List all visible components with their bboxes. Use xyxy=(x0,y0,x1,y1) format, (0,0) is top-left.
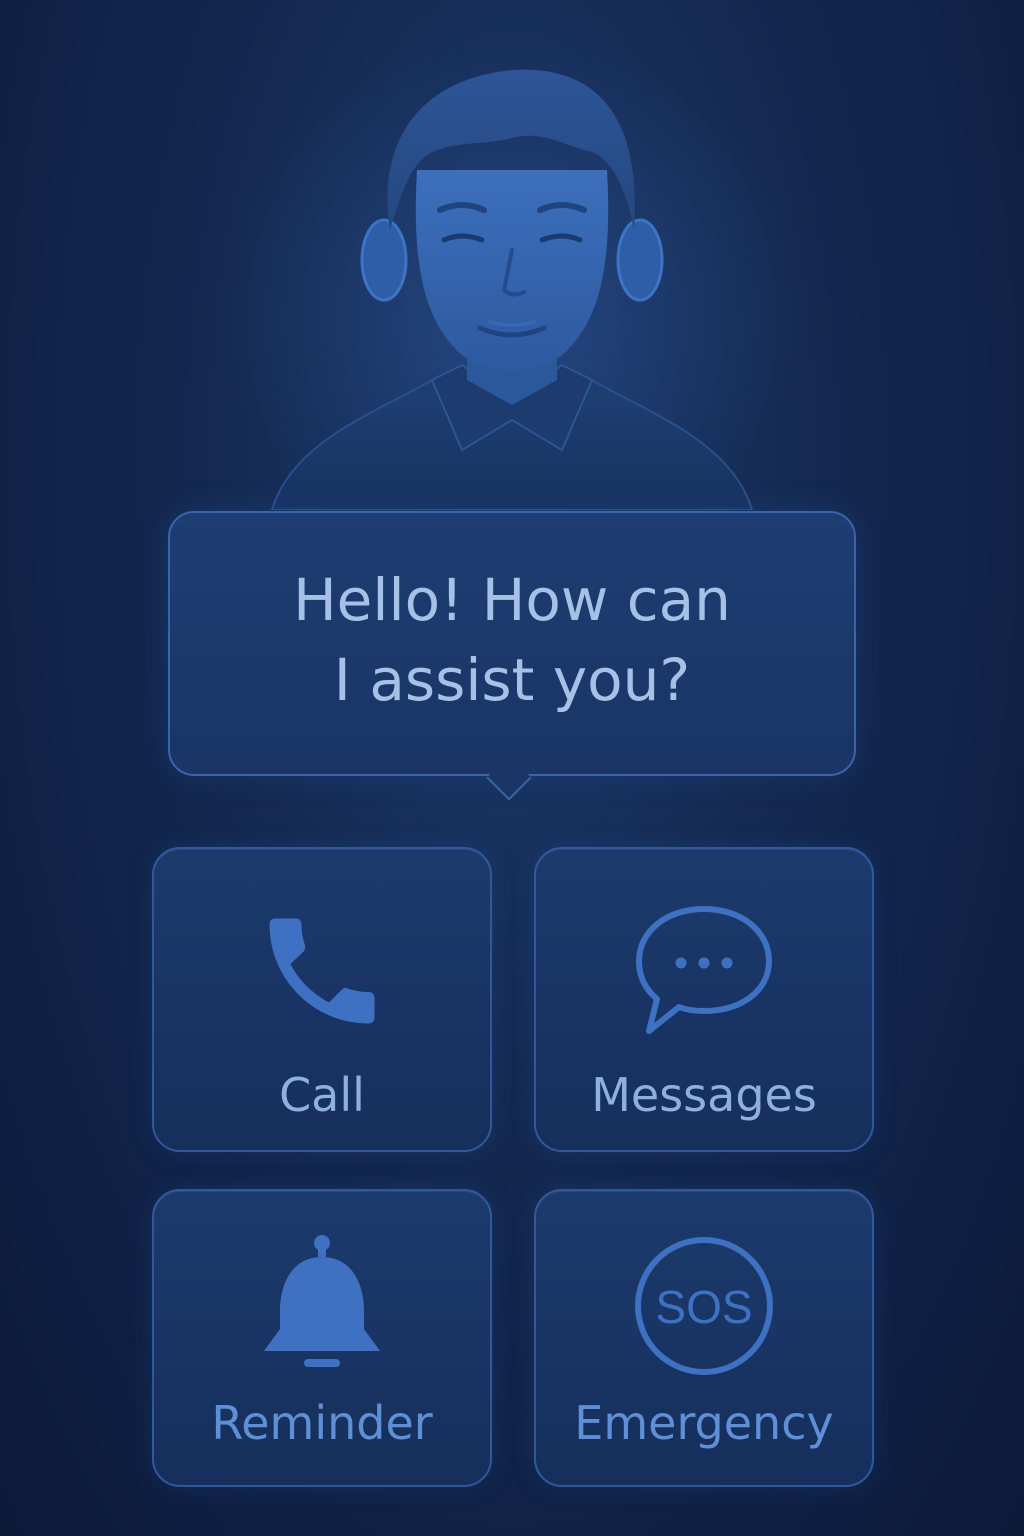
messages-button[interactable]: Messages xyxy=(534,847,874,1152)
emergency-button[interactable]: SOS Emergency xyxy=(534,1189,874,1487)
sos-icon-text: SOS xyxy=(655,1281,752,1333)
bell-icon xyxy=(264,1235,380,1367)
reminder-button[interactable]: Reminder xyxy=(152,1189,492,1487)
assistant-avatar-icon xyxy=(270,69,754,510)
phone-icon xyxy=(269,918,375,1024)
chat-bubble-icon xyxy=(636,906,772,1034)
messages-label: Messages xyxy=(591,1068,817,1122)
sos-icon: SOS xyxy=(635,1237,773,1375)
emergency-label: Emergency xyxy=(574,1396,834,1450)
call-button[interactable]: Call xyxy=(152,847,492,1152)
assistant-greeting: Hello! How can I assist you? xyxy=(293,566,731,714)
call-label: Call xyxy=(279,1068,365,1122)
reminder-label: Reminder xyxy=(211,1396,433,1450)
